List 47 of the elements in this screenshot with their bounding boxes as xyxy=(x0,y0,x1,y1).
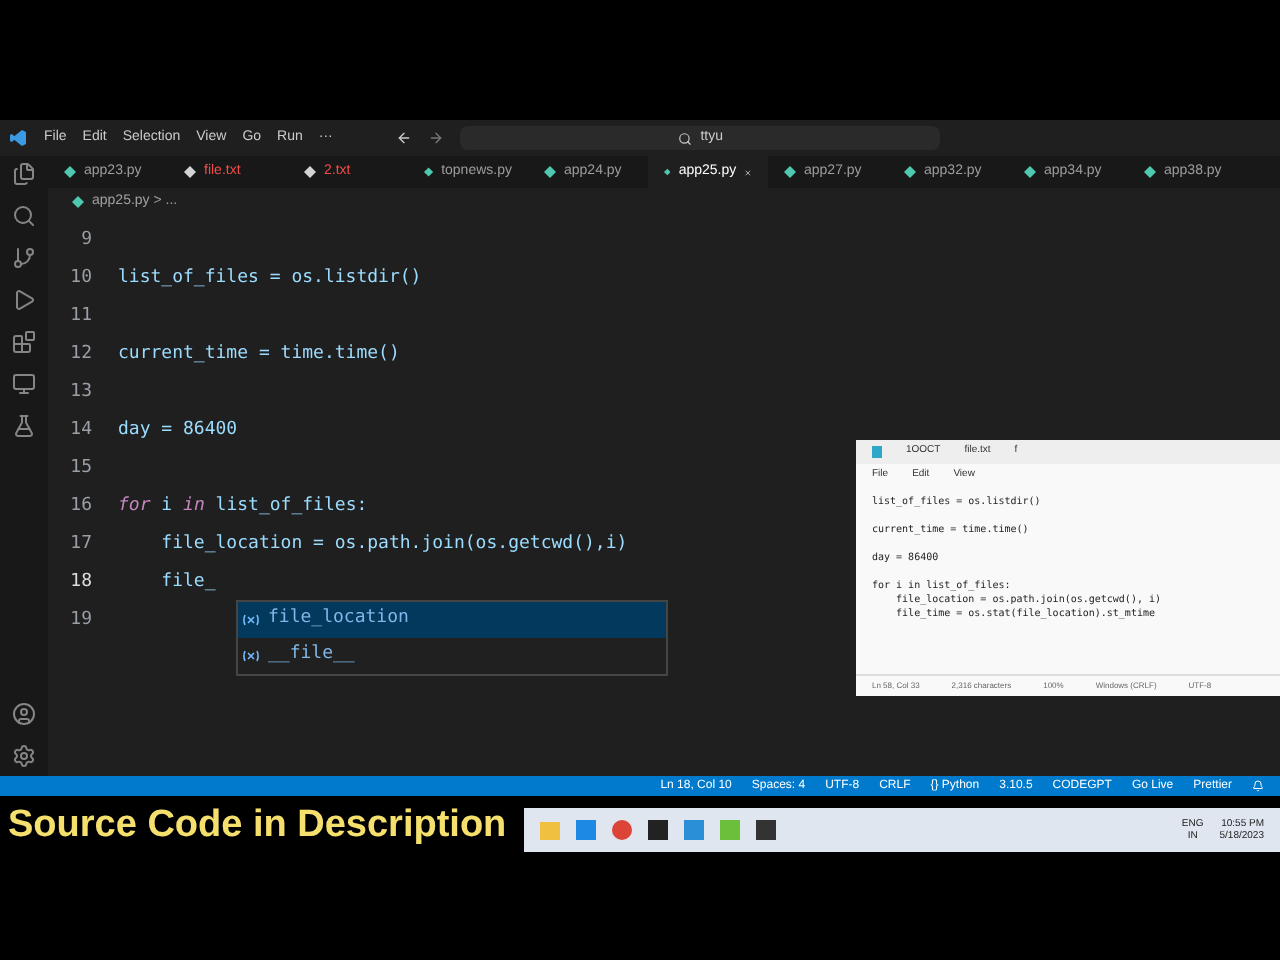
code-line: list_of_files = os.listdir() xyxy=(118,265,422,292)
file-type-icon xyxy=(72,196,84,208)
line-number: 13 xyxy=(68,379,94,406)
file-type-icon xyxy=(304,166,316,178)
run-icon[interactable] xyxy=(12,288,36,312)
code-line: current_time = time.time() xyxy=(118,341,400,368)
monitor-icon[interactable] xyxy=(12,372,36,396)
code-line: for i in list_of_files: xyxy=(118,493,368,520)
file-type-icon xyxy=(1024,166,1036,178)
line-number: 19 xyxy=(68,607,94,634)
forward-arrow-icon[interactable] xyxy=(428,130,445,146)
search-icon xyxy=(678,131,693,145)
code-line: file_location = os.path.join(os.getcwd(),i) xyxy=(159,531,628,558)
files-icon[interactable] xyxy=(12,162,36,186)
variable-icon xyxy=(242,650,260,662)
branch-icon[interactable] xyxy=(12,246,36,270)
line-number: 12 xyxy=(68,341,94,368)
file-type-icon xyxy=(184,166,196,178)
code-line: file_ xyxy=(159,569,216,596)
bell-icon[interactable] xyxy=(1252,780,1264,792)
variable-icon xyxy=(242,614,260,626)
suggestion-item[interactable]: __file__ xyxy=(238,638,666,674)
line-number: 14 xyxy=(68,417,94,444)
file-type-icon xyxy=(784,166,796,178)
line-number: 11 xyxy=(68,303,94,330)
back-arrow-icon[interactable] xyxy=(396,130,413,146)
notepad-icon xyxy=(872,446,882,458)
suggestion-item[interactable]: file_location xyxy=(238,602,666,638)
line-number: 15 xyxy=(68,455,94,482)
file-type-icon xyxy=(664,166,671,178)
account-icon[interactable] xyxy=(12,702,36,726)
file-type-icon xyxy=(424,166,434,178)
file-type-icon xyxy=(904,166,916,178)
code-line: day = 86400 xyxy=(118,417,238,444)
flask-icon[interactable] xyxy=(12,414,36,438)
line-number: 9 xyxy=(79,227,94,254)
line-number: 10 xyxy=(68,265,94,292)
line-number: 17 xyxy=(68,531,94,558)
file-type-icon xyxy=(544,166,556,178)
file-type-icon xyxy=(1144,166,1156,178)
extensions-icon[interactable] xyxy=(12,330,36,354)
line-number: 16 xyxy=(68,493,94,520)
search-icon[interactable] xyxy=(12,204,36,228)
app-logo-icon xyxy=(8,128,28,148)
file-type-icon xyxy=(64,166,76,178)
settings-icon[interactable] xyxy=(12,744,36,768)
line-number: 18 xyxy=(68,569,94,596)
